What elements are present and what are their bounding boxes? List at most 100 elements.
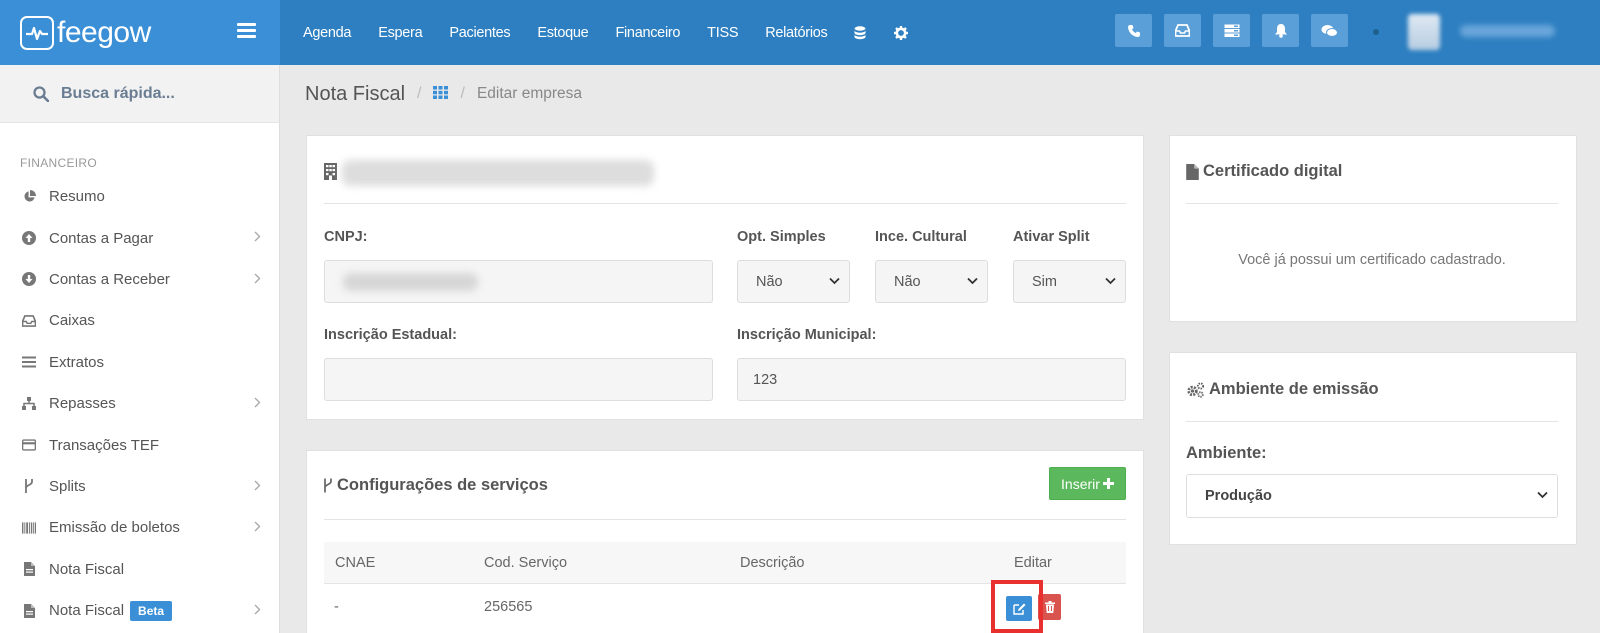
inscricao-municipal-field[interactable]: 123	[737, 358, 1126, 401]
chevron-right-icon	[254, 397, 261, 408]
chevron-down-icon	[1105, 277, 1116, 284]
sidebar-item-label: Contas a Pagar	[49, 229, 154, 247]
inbox-icon	[22, 314, 36, 328]
breadcrumb-separator: /	[417, 85, 422, 102]
nav-estoque[interactable]: Estoque	[537, 25, 588, 41]
avatar[interactable]	[1408, 14, 1440, 50]
sidebar-item-label: Emissão de boletos	[49, 519, 180, 537]
search-input[interactable]: Busca rápida...	[61, 85, 175, 103]
column-header-cnae: CNAE	[335, 555, 376, 571]
logo-text: feegow	[57, 15, 151, 49]
sidebar-item-label: Repasses	[49, 395, 116, 413]
quick-search[interactable]: Busca rápida...	[0, 65, 279, 123]
chevron-down-icon	[967, 277, 978, 284]
search-icon	[33, 85, 49, 102]
list-icon	[22, 355, 36, 369]
sidebar-item-label: Contas a Receber	[49, 270, 170, 288]
file-icon	[22, 603, 36, 618]
sidebar-item-contas-a-pagar[interactable]: Contas a Pagar	[0, 217, 279, 258]
database-icon[interactable]	[854, 25, 866, 40]
gear-icon[interactable]	[894, 25, 909, 40]
chevron-right-icon	[254, 273, 261, 284]
company-name-blurred	[342, 160, 654, 186]
nav-relatorios[interactable]: Relatórios	[765, 25, 828, 41]
gears-icon	[1187, 381, 1205, 398]
sidebar-item-contas-a-receber[interactable]: Contas a Receber	[0, 259, 279, 300]
edit-button-highlight	[991, 580, 1043, 633]
plus-icon	[1102, 478, 1114, 489]
sidebar-item-nota-fiscal[interactable]: Nota Fiscal	[0, 549, 279, 590]
file-icon	[22, 562, 36, 577]
chevron-right-icon	[254, 231, 261, 242]
bell-icon[interactable]	[1262, 14, 1299, 47]
sidebar-item-label: Resumo	[49, 188, 105, 206]
breadcrumb: Nota Fiscal / / Editar empresa	[280, 65, 1600, 123]
sidebar-menu: Resumo Contas a Pagar Contas a Receber C…	[0, 176, 279, 631]
brand[interactable]: feegow	[0, 0, 280, 65]
cnpj-value-blurred	[343, 273, 478, 291]
sidebar-item-label: Splits	[49, 477, 86, 495]
sitemap-icon	[22, 397, 36, 411]
certificate-title: Certificado digital	[1186, 162, 1342, 181]
sidebar-item-caixas[interactable]: Caixas	[0, 300, 279, 341]
sidebar-item-transacoes-tef[interactable]: Transações TEF	[0, 424, 279, 465]
sidebar-item-splits[interactable]: Splits	[0, 466, 279, 507]
ativar-split-label: Ativar Split	[1013, 229, 1090, 245]
pulse-logo-icon	[20, 15, 54, 50]
cnpj-field[interactable]	[324, 260, 713, 303]
grid-icon[interactable]	[433, 86, 449, 102]
sidebar-item-extratos[interactable]: Extratos	[0, 342, 279, 383]
sidebar-item-nota-fiscal-beta[interactable]: Nota Fiscal Beta	[0, 590, 279, 631]
environment-title: Ambiente de emissão	[1186, 380, 1379, 399]
inscricao-estadual-field[interactable]	[324, 358, 713, 401]
branch-icon	[22, 479, 36, 494]
chevron-right-icon	[254, 521, 261, 532]
insert-button[interactable]: Inserir	[1049, 467, 1126, 500]
sidebar-item-label: Caixas	[49, 312, 95, 330]
inbox-icon[interactable]	[1164, 14, 1201, 47]
services-table-header: CNAE Cod. Serviço Descrição Editar	[324, 542, 1126, 583]
top-actions	[1115, 14, 1360, 47]
branch-icon	[324, 478, 332, 493]
chevron-down-icon	[1537, 491, 1548, 499]
arrow-down-circle-icon	[22, 272, 36, 287]
cnpj-label: CNPJ:	[324, 229, 368, 245]
nav-tiss[interactable]: TISS	[707, 25, 738, 41]
nav-agenda[interactable]: Agenda	[303, 25, 352, 41]
column-header-descricao: Descrição	[740, 555, 805, 571]
opt-simples-label: Opt. Simples	[737, 229, 826, 245]
chat-icon[interactable]	[1311, 14, 1348, 47]
nav-espera[interactable]: Espera	[378, 25, 422, 41]
sidebar-item-emissao-de-boletos[interactable]: Emissão de boletos	[0, 507, 279, 548]
user-name-blurred[interactable]	[1460, 25, 1555, 37]
status-dot	[1373, 29, 1379, 35]
inscricao-estadual-label: Inscrição Estadual:	[324, 327, 457, 343]
server-icon[interactable]	[1213, 14, 1250, 47]
nav-financeiro[interactable]: Financeiro	[615, 25, 680, 41]
inscricao-municipal-label: Inscrição Municipal:	[737, 327, 877, 343]
chevron-down-icon	[829, 277, 840, 284]
cell-cnae: -	[334, 599, 339, 615]
sidebar-section-title: FINANCEIRO	[20, 156, 98, 170]
sidebar: Busca rápida... FINANCEIRO Resumo Contas…	[0, 65, 280, 633]
column-header-editar: Editar	[1014, 555, 1052, 571]
cell-cod-servico: 256565	[484, 599, 533, 615]
ince-cultural-select[interactable]: Não	[875, 260, 988, 303]
sidebar-item-label: Nota Fiscal	[49, 560, 125, 578]
menu-toggle-icon[interactable]	[237, 23, 256, 41]
environment-select[interactable]: Produção	[1186, 474, 1558, 518]
nav-pacientes[interactable]: Pacientes	[449, 25, 510, 41]
column-header-cod-servico: Cod. Serviço	[484, 555, 568, 571]
opt-simples-select[interactable]: Não	[737, 260, 850, 303]
chevron-right-icon	[254, 480, 261, 491]
sidebar-item-repasses[interactable]: Repasses	[0, 383, 279, 424]
trash-icon	[1044, 601, 1055, 613]
sidebar-item-resumo[interactable]: Resumo	[0, 176, 279, 217]
phone-icon[interactable]	[1115, 14, 1152, 47]
divider	[1186, 421, 1558, 422]
environment-label: Ambiente:	[1186, 444, 1267, 462]
services-title: Configurações de serviços	[323, 476, 548, 495]
ativar-split-select[interactable]: Sim	[1013, 260, 1126, 303]
arrow-up-circle-icon	[22, 231, 36, 246]
sidebar-item-label: Transações TEF	[49, 436, 160, 454]
